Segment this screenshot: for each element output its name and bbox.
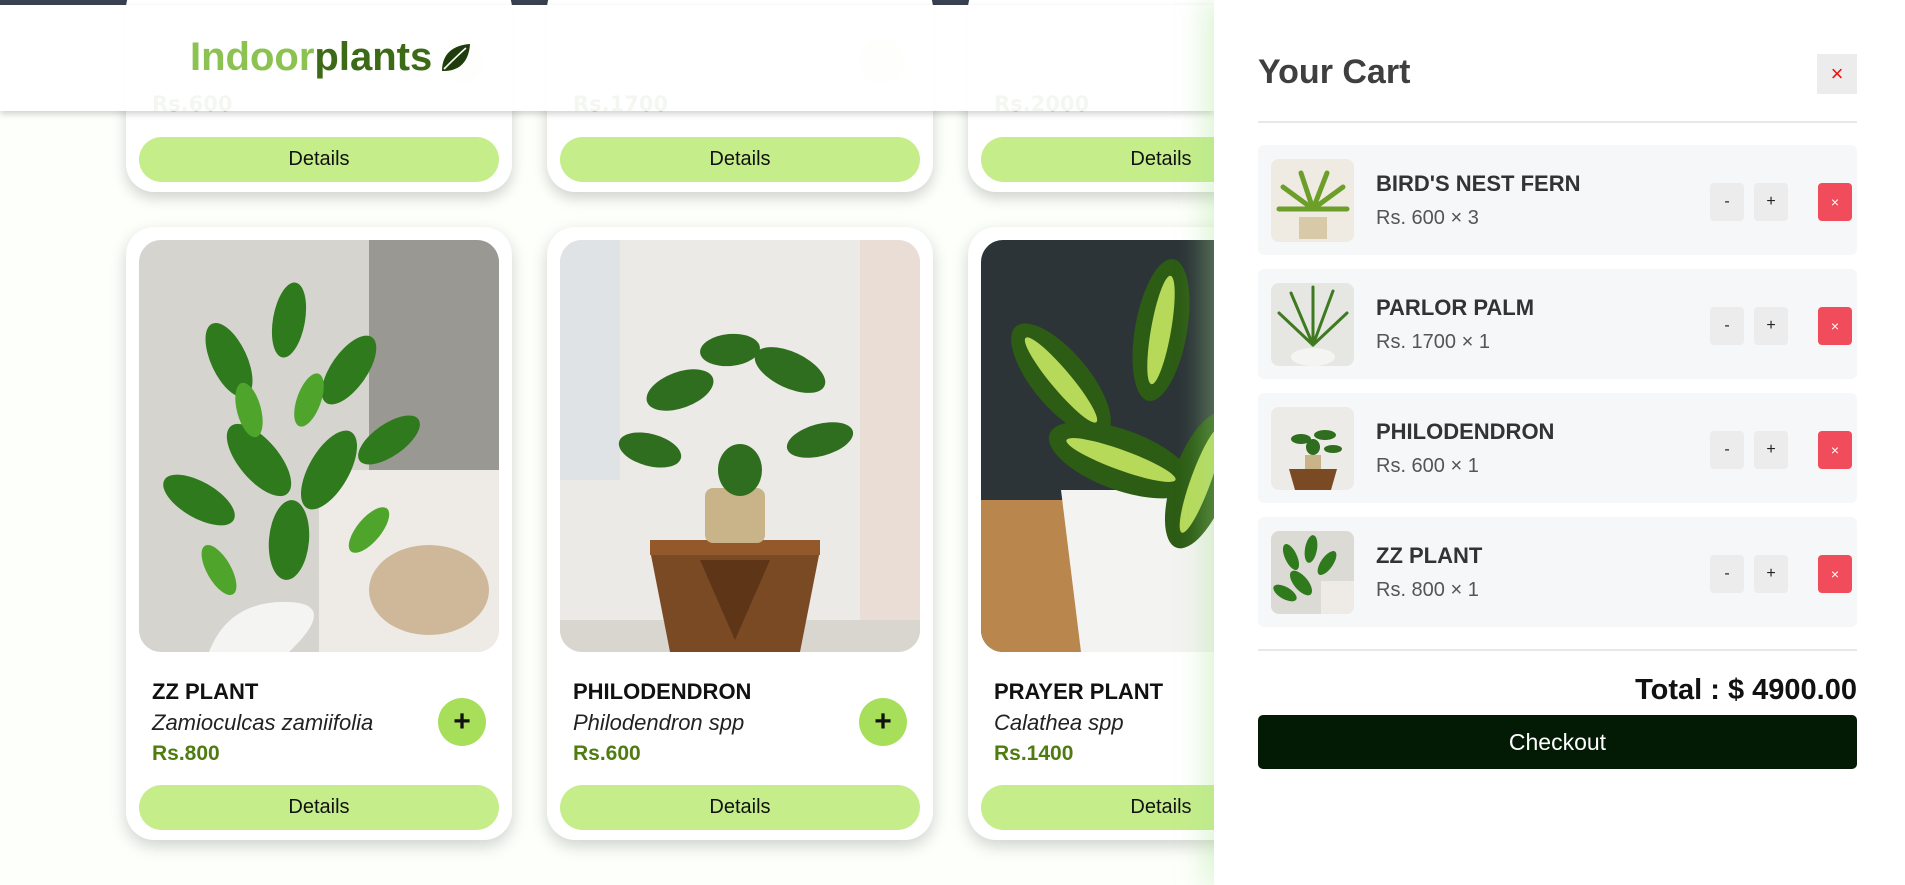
cart-item-name: PARLOR PALM [1376,295,1535,320]
product-price: Rs.1400 [994,742,1074,765]
cart-item: ZZ PLANT Rs. 800 × 1 - + × [1258,517,1857,627]
leaf-icon [442,43,471,71]
checkout-button[interactable]: Checkout [1258,715,1857,769]
decrease-quantity-button[interactable]: - [1710,307,1744,345]
product-name: PHILODENDRON [573,679,752,704]
product-price: Rs.800 [152,742,220,765]
product-scientific-name: Calathea spp [994,710,1124,735]
product-image-philodendron [560,240,920,652]
product-scientific-name: Zamioculcas zamiifolia [152,710,374,735]
product-scientific-name: Philodendron spp [573,710,745,735]
close-cart-button[interactable]: × [1817,54,1857,94]
divider [1258,121,1857,123]
divider [1258,649,1857,651]
site-header: Indoor plants [0,5,1214,111]
cart-item-price-qty: Rs. 600 × 1 [1376,455,1479,477]
cart-item: PHILODENDRON Rs. 600 × 1 - + × [1258,393,1857,503]
product-price: Rs.600 [573,742,641,765]
cart-item-price-qty: Rs. 800 × 1 [1376,579,1479,601]
decrease-quantity-button[interactable]: - [1710,183,1744,221]
remove-item-button[interactable]: × [1818,431,1852,469]
cart-item: BIRD'S NEST FERN Rs. 600 × 3 - + × [1258,145,1857,255]
add-to-cart-button[interactable]: + [859,698,907,746]
brand-name-part1: Indoor [190,35,315,79]
cart-item-thumbnail [1271,283,1354,366]
cart-item-name: PHILODENDRON [1376,419,1555,444]
product-name: PRAYER PLANT [994,679,1164,704]
cart-title: Your Cart [1258,53,1411,91]
product-card-philodendron: PHILODENDRON Philodendron spp Rs.600 + D… [547,227,933,840]
increase-quantity-button[interactable]: + [1754,431,1788,469]
decrease-quantity-button[interactable]: - [1710,431,1744,469]
remove-item-button[interactable]: × [1818,183,1852,221]
increase-quantity-button[interactable]: + [1754,183,1788,221]
cart-item: PARLOR PALM Rs. 1700 × 1 - + × [1258,269,1857,379]
details-button[interactable]: Details [560,137,920,182]
cart-item-thumbnail [1271,159,1354,242]
cart-item-name: ZZ PLANT [1376,543,1483,568]
product-image-zz-plant [139,240,499,652]
brand-logo[interactable]: Indoor plants [190,35,472,80]
details-button[interactable]: Details [560,785,920,830]
cart-item-thumbnail [1271,407,1354,490]
cart-item-price-qty: Rs. 1700 × 1 [1376,331,1490,353]
increase-quantity-button[interactable]: + [1754,307,1788,345]
remove-item-button[interactable]: × [1818,307,1852,345]
cart-item-name: BIRD'S NEST FERN [1376,171,1581,196]
cart-item-price-qty: Rs. 600 × 3 [1376,207,1479,229]
details-button[interactable]: Details [139,785,499,830]
increase-quantity-button[interactable]: + [1754,555,1788,593]
product-name: ZZ PLANT [152,679,259,704]
add-to-cart-button[interactable]: + [438,698,486,746]
brand-name-part2: plants [314,35,433,79]
decrease-quantity-button[interactable]: - [1710,555,1744,593]
cart-total: Total : $ 4900.00 [1635,674,1857,706]
details-button[interactable]: Details [139,137,499,182]
product-card-zz-plant: ZZ PLANT Zamioculcas zamiifolia Rs.800 +… [126,227,512,840]
cart-drawer: Your Cart × BIRD'S NEST FERN Rs. 600 × 3… [1214,0,1905,885]
cart-item-thumbnail [1271,531,1354,614]
remove-item-button[interactable]: × [1818,555,1852,593]
